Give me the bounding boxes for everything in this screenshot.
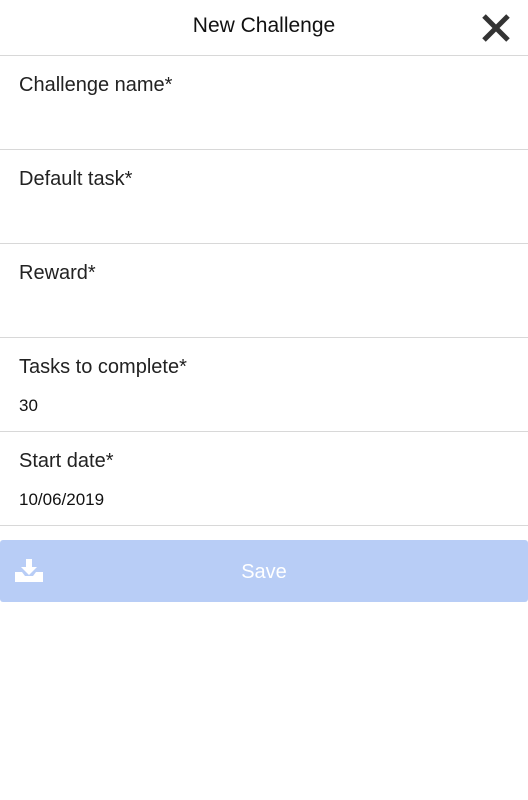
default-task-field[interactable]: Default task* bbox=[0, 150, 528, 244]
challenge-name-input[interactable] bbox=[19, 112, 499, 136]
default-task-label: Default task* bbox=[19, 168, 133, 190]
new-challenge-screen: New Challenge Challenge name* Default ta… bbox=[0, 0, 528, 800]
save-label: Save bbox=[241, 561, 287, 583]
reward-input[interactable] bbox=[19, 300, 499, 324]
page-title: New Challenge bbox=[192, 14, 336, 37]
reward-label: Reward* bbox=[19, 262, 96, 284]
tasks-to-complete-field[interactable]: Tasks to complete* bbox=[0, 338, 528, 432]
default-task-input[interactable] bbox=[19, 206, 499, 230]
start-date-input[interactable] bbox=[19, 488, 499, 512]
tasks-to-complete-input[interactable] bbox=[19, 394, 499, 418]
challenge-name-label: Challenge name* bbox=[19, 74, 173, 96]
start-date-label: Start date* bbox=[19, 450, 114, 472]
close-icon bbox=[482, 14, 510, 42]
tasks-to-complete-label: Tasks to complete* bbox=[19, 356, 187, 378]
save-button[interactable]: Save bbox=[0, 540, 528, 602]
header: New Challenge bbox=[0, 0, 528, 56]
reward-field[interactable]: Reward* bbox=[0, 244, 528, 338]
close-button[interactable] bbox=[478, 10, 514, 46]
challenge-name-field[interactable]: Challenge name* bbox=[0, 56, 528, 150]
start-date-field[interactable]: Start date* bbox=[0, 432, 528, 526]
